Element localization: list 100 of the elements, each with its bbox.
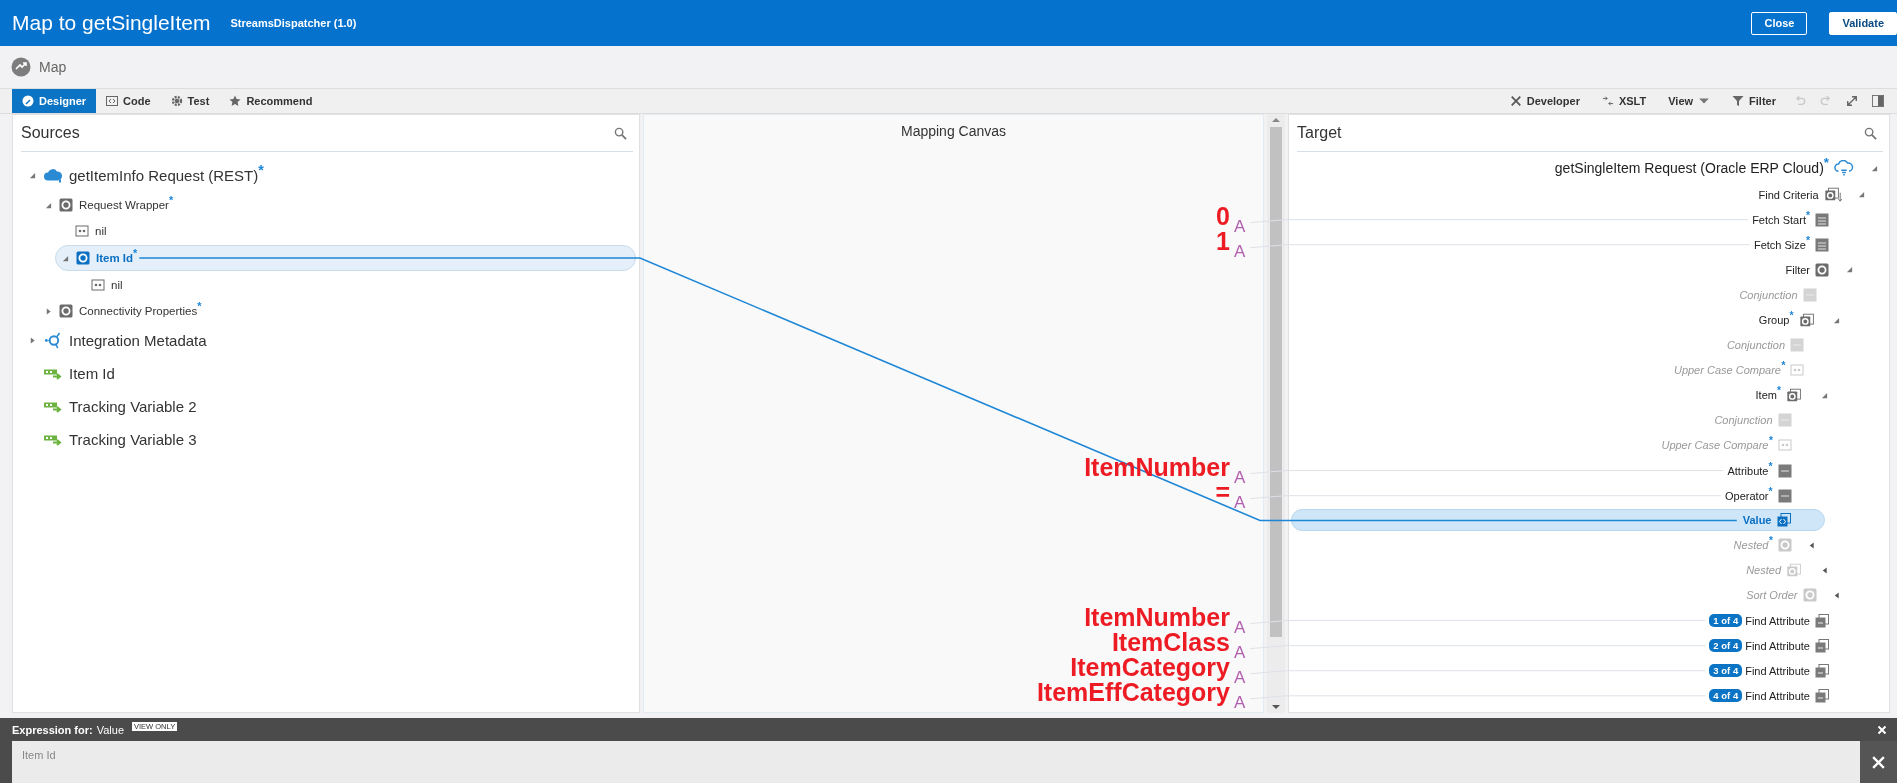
text-field-icon: [1777, 488, 1792, 503]
tree-label[interactable]: Find Attribute: [1745, 664, 1810, 677]
close-icon[interactable]: [1877, 724, 1887, 735]
node-icon: [1777, 538, 1792, 553]
toolbar-button[interactable]: Developer: [1498, 89, 1591, 113]
stacked-node-icon: [1798, 312, 1817, 328]
tree-label[interactable]: Find Attribute: [1745, 639, 1810, 652]
tree-label[interactable]: nil: [111, 279, 123, 291]
expand-toggle[interactable]: [44, 201, 52, 209]
integration-name: StreamsDispatcher (1.0): [230, 17, 357, 29]
expand-toggle[interactable]: [44, 307, 52, 315]
count-badge: 4 of 4: [1709, 689, 1743, 703]
tree-label[interactable]: Find Attribute: [1745, 689, 1810, 702]
count-badge: 1 of 4: [1709, 614, 1743, 628]
tree-label[interactable]: nil: [95, 225, 107, 237]
toolbar-button[interactable]: View: [1657, 89, 1722, 113]
tab[interactable]: Designer: [12, 89, 97, 113]
tree-label[interactable]: Tracking Variable 3: [69, 431, 197, 448]
count-badge: 2 of 4: [1709, 639, 1743, 653]
expand-icon: [1846, 95, 1858, 107]
expand-toggle[interactable]: [1858, 191, 1865, 199]
tree-label[interactable]: Find Criteria: [1758, 188, 1819, 201]
annotation-text: ItemClass: [1111, 629, 1230, 655]
constant-marker[interactable]: A: [1234, 493, 1246, 511]
scroll-down-icon[interactable]: [1272, 704, 1280, 710]
tab[interactable]: Code: [96, 89, 161, 113]
constant-marker[interactable]: A: [1234, 217, 1246, 235]
count-badge: 3 of 4: [1709, 664, 1743, 678]
tree-label[interactable]: Item Id: [69, 365, 115, 382]
text-field-icon: [1777, 413, 1792, 428]
tree-label[interactable]: Integration Metadata: [69, 332, 207, 349]
header-button[interactable]: Close: [1751, 11, 1808, 35]
cloud-icon: [1834, 159, 1854, 177]
page-title: Map to getSingleItem: [12, 11, 211, 35]
constant-marker[interactable]: A: [1234, 643, 1246, 661]
arrows-icon: [1601, 95, 1614, 107]
tab[interactable]: Test: [160, 89, 220, 113]
cloud-icon: [43, 167, 63, 184]
number-field-icon: [1815, 212, 1829, 227]
constant-marker[interactable]: A: [1234, 618, 1246, 636]
scrollbar[interactable]: [1267, 114, 1285, 713]
stacked-field-icon: [1815, 663, 1829, 678]
tree-label[interactable]: Value: [1742, 514, 1772, 527]
header-button[interactable]: Validate: [1829, 11, 1897, 35]
search-icon[interactable]: [1864, 126, 1877, 140]
annotation-text: ItemNumber: [1084, 604, 1230, 630]
field-icon: [91, 278, 105, 292]
tree-label[interactable]: Filter: [1785, 263, 1810, 276]
constant-marker[interactable]: A: [1234, 668, 1246, 686]
stacked-field-icon: [1815, 638, 1829, 653]
field-icon: [75, 224, 89, 238]
constant-marker[interactable]: A: [1234, 242, 1246, 260]
expand-toggle[interactable]: [1833, 316, 1840, 324]
row-highlight[interactable]: Value: [1291, 509, 1825, 532]
code-icon: [106, 95, 119, 107]
tab[interactable]: Recommend: [219, 89, 323, 113]
stacked-node-icon: [1823, 187, 1842, 203]
filter-icon: [1732, 95, 1745, 107]
panel-icon: [1872, 95, 1884, 107]
node-icon: [1802, 588, 1817, 603]
panel-title: Target: [1297, 124, 1343, 142]
expand-toggle[interactable]: [1833, 591, 1840, 599]
node-icon: [59, 304, 73, 318]
expand-toggle[interactable]: [28, 337, 36, 344]
expression-target: Value: [96, 723, 124, 736]
stacked-field-icon: [1776, 513, 1791, 528]
stacked-field-icon: [1815, 613, 1829, 628]
expand-toggle[interactable]: [1808, 541, 1815, 549]
network-icon: [43, 332, 63, 349]
expand-toggle[interactable]: [1820, 566, 1828, 574]
scroll-up-icon[interactable]: [1272, 117, 1280, 123]
toolbar-button[interactable]: Filter: [1721, 89, 1787, 113]
redo-icon: [1820, 95, 1832, 107]
annotation-text: 0: [1216, 203, 1230, 229]
gear-icon: [170, 95, 183, 107]
expand-toggle[interactable]: [28, 172, 36, 179]
field-icon: [1790, 363, 1804, 378]
expand-toggle[interactable]: [1845, 266, 1853, 274]
annotation-text: =: [1215, 479, 1230, 505]
node-icon: [1815, 262, 1829, 277]
tree-label[interactable]: Tracking Variable 2: [69, 398, 197, 415]
expand-toggle[interactable]: [1820, 391, 1828, 399]
search-icon[interactable]: [614, 126, 627, 140]
canvas-title: Mapping Canvas: [899, 122, 1008, 139]
text-field-icon: [1790, 338, 1804, 353]
stacked-node-icon: [1786, 562, 1804, 578]
section-title: Map: [39, 59, 67, 75]
node-icon: [59, 198, 73, 212]
expand-toggle[interactable]: [1870, 164, 1878, 172]
node-icon: [76, 251, 90, 265]
tree-label[interactable]: Find Attribute: [1745, 614, 1810, 627]
toolbar-button[interactable]: XSLT: [1590, 89, 1658, 113]
constant-marker[interactable]: A: [1234, 468, 1246, 486]
tools-button[interactable]: [1860, 741, 1897, 783]
constant-marker[interactable]: A: [1234, 693, 1246, 711]
text-field-icon: [1802, 287, 1817, 302]
pencil-circle-icon: [22, 95, 34, 107]
panel-title: Sources: [21, 124, 81, 142]
undo-icon: [1794, 95, 1806, 107]
expand-toggle[interactable]: [61, 254, 69, 262]
